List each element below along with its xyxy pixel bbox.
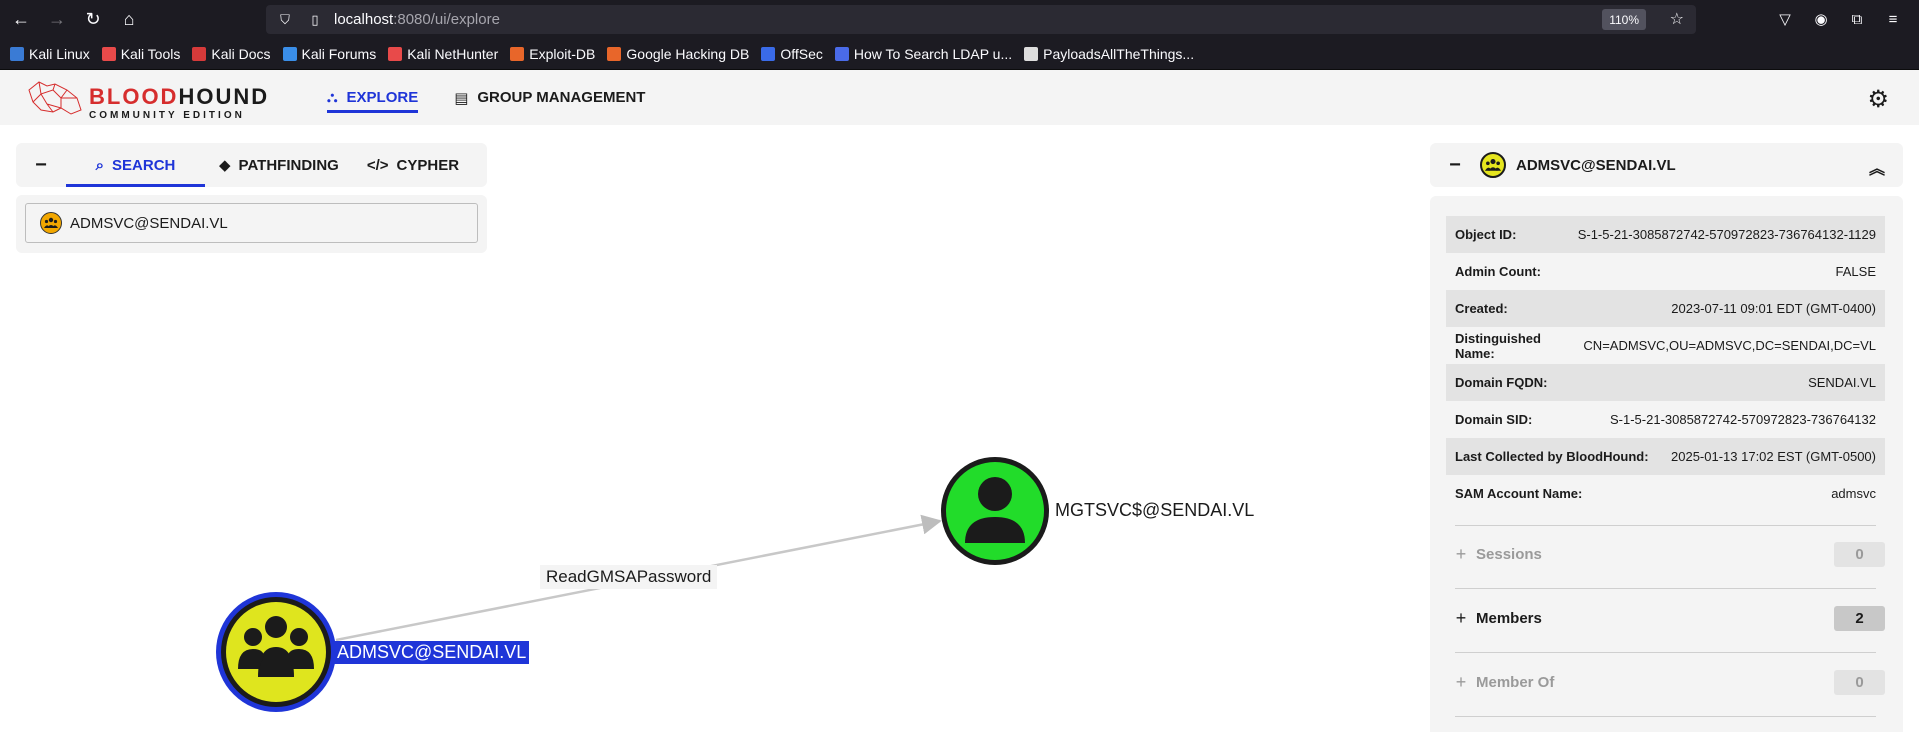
group-node-icon xyxy=(1480,152,1506,178)
graph-icon: ⛬ xyxy=(327,89,338,106)
divider xyxy=(1455,588,1876,589)
tab-explore[interactable]: ⛬ EXPLORE xyxy=(327,70,419,125)
bookmark-item[interactable]: Kali Linux xyxy=(10,46,90,62)
bookmark-favicon-icon xyxy=(10,47,24,61)
bookmark-favicon-icon xyxy=(388,47,403,61)
plus-icon: + xyxy=(1455,543,1467,564)
bookmark-item[interactable]: How To Search LDAP u... xyxy=(834,46,1012,62)
bookmark-favicon-icon xyxy=(834,47,849,61)
page-icon[interactable]: ▯ xyxy=(304,9,326,31)
divider xyxy=(1455,525,1876,526)
gear-icon[interactable]: ⚙ xyxy=(1867,85,1889,114)
bookmark-favicon-icon xyxy=(761,47,776,61)
reload-icon[interactable]: ↻ xyxy=(78,5,108,35)
forward-icon[interactable]: → xyxy=(42,5,72,35)
entity-header: − ADMSVC@SENDAI.VL ︽ xyxy=(1430,143,1903,187)
bookmark-favicon-icon xyxy=(101,47,116,61)
collapse-entity-button[interactable]: − xyxy=(1430,154,1480,177)
menu-icon[interactable]: ≡ xyxy=(1879,5,1907,33)
shield-icon[interactable]: ⛉ xyxy=(274,9,296,31)
edge-label[interactable]: ReadGMSAPassword xyxy=(540,565,718,589)
bookmark-item[interactable]: Exploit-DB xyxy=(510,46,595,62)
plus-icon: + xyxy=(1455,671,1467,692)
count-badge: 0 xyxy=(1834,669,1885,695)
browser-toolbar: ← → ↻ ⌂ ⛉ ▯ localhost:8080/ui/explore 11… xyxy=(0,0,1919,39)
prop-row-created: Created: 2023-07-11 09:01 EDT (GMT-0400) xyxy=(1446,290,1885,327)
main-nav: ⛬ EXPLORE ▤ GROUP MANAGEMENT xyxy=(327,70,681,125)
bookmark-favicon-icon xyxy=(282,47,297,61)
bloodhound-logo[interactable]: BLOODHOUND COMMUNITY EDITION xyxy=(25,78,267,121)
zoom-level[interactable]: 110% xyxy=(1602,9,1646,30)
node-mgtsvc[interactable] xyxy=(941,457,1049,565)
count-badge: 2 xyxy=(1834,605,1885,631)
bookmark-item[interactable]: Kali Docs xyxy=(192,46,271,62)
bookmark-item[interactable]: OffSec xyxy=(761,46,823,62)
app-header: BLOODHOUND COMMUNITY EDITION ⛬ EXPLORE ▤… xyxy=(0,70,1919,125)
node-admsvc[interactable] xyxy=(216,592,336,712)
bookmarks-bar: Kali Linux Kali Tools Kali Docs Kali Forums… xyxy=(0,39,1919,70)
prop-row-distinguished-name: Distinguished Name: CN=ADMSVC,OU=ADMSVC,D… xyxy=(1455,330,1876,361)
entity-title: ADMSVC@SENDAI.VL xyxy=(1516,156,1676,174)
bookmark-favicon-icon xyxy=(607,47,622,61)
entity-info-panel: − ADMSVC@SENDAI.VL ︽ Object ID: S-1-5-21-… xyxy=(1430,143,1903,732)
hound-logo-icon xyxy=(28,81,82,115)
graph-svg xyxy=(216,457,1049,712)
bookmark-star-icon[interactable]: ☆ xyxy=(1670,9,1684,29)
bookmark-item[interactable]: PayloadsAllTheThings... xyxy=(1024,46,1194,62)
section-member-of[interactable]: + Member Of 0 xyxy=(1446,662,1885,702)
bookmark-favicon-icon xyxy=(1024,47,1039,61)
bookmark-item[interactable]: Kali Forums xyxy=(282,46,376,62)
pocket-icon[interactable]: ▽ xyxy=(1771,5,1799,33)
count-badge: 0 xyxy=(1834,541,1885,567)
section-sessions[interactable]: + Sessions 0 xyxy=(1446,534,1885,574)
home-icon[interactable]: ⌂ xyxy=(114,5,144,35)
section-members[interactable]: + Members 2 xyxy=(1446,598,1885,638)
bookmark-item[interactable]: Kali Tools xyxy=(101,46,180,62)
node-label-source[interactable]: ADMSVC@SENDAI.VL xyxy=(334,641,530,664)
account-icon[interactable]: ◉ xyxy=(1807,5,1835,33)
prop-row-domain-fqdn: Domain FQDN: SENDAI.VL xyxy=(1446,364,1885,401)
tab-group-management[interactable]: ▤ GROUP MANAGEMENT xyxy=(454,70,645,125)
extensions-icon[interactable]: ⧉ xyxy=(1843,5,1871,33)
plus-icon: + xyxy=(1455,607,1467,628)
logo-subtitle: COMMUNITY EDITION xyxy=(89,110,245,121)
bookmark-favicon-icon xyxy=(192,47,207,61)
prop-row-admin-count: Admin Count: FALSE xyxy=(1455,264,1876,279)
bookmark-item[interactable]: Kali NetHunter xyxy=(388,46,498,62)
divider xyxy=(1455,652,1876,653)
prop-row-last-collected: Last Collected by BloodHound: 2025-01-13 … xyxy=(1446,438,1885,475)
id-card-icon: ▤ xyxy=(454,89,469,107)
back-icon[interactable]: ← xyxy=(6,5,36,35)
node-label-target[interactable]: MGTSVC$@SENDAI.VL xyxy=(1055,500,1254,521)
prop-row-object-id: Object ID: S-1-5-21-3085872742-570972823-… xyxy=(1446,216,1885,253)
prop-row-sam-account-name: SAM Account Name: admsvc xyxy=(1455,486,1876,501)
logo-title: BLOODHOUND xyxy=(89,84,270,109)
url-text[interactable]: localhost:8080/ui/explore xyxy=(334,11,500,28)
bookmark-favicon-icon xyxy=(510,47,525,61)
divider xyxy=(1455,716,1876,717)
prop-row-domain-sid: Domain SID: S-1-5-21-3085872742-570972823… xyxy=(1455,412,1876,427)
entity-body: Object ID: S-1-5-21-3085872742-570972823-… xyxy=(1430,196,1903,732)
chevron-up-double-icon[interactable]: ︽ xyxy=(1869,155,1885,179)
bookmark-item[interactable]: Google Hacking DB xyxy=(607,46,749,62)
url-bar[interactable]: ⛉ ▯ localhost:8080/ui/explore 110% ☆ xyxy=(266,5,1696,34)
graph-canvas[interactable]: ReadGMSAPassword MGTSVC$@SENDAI.VL ADMSV… xyxy=(0,125,1420,732)
